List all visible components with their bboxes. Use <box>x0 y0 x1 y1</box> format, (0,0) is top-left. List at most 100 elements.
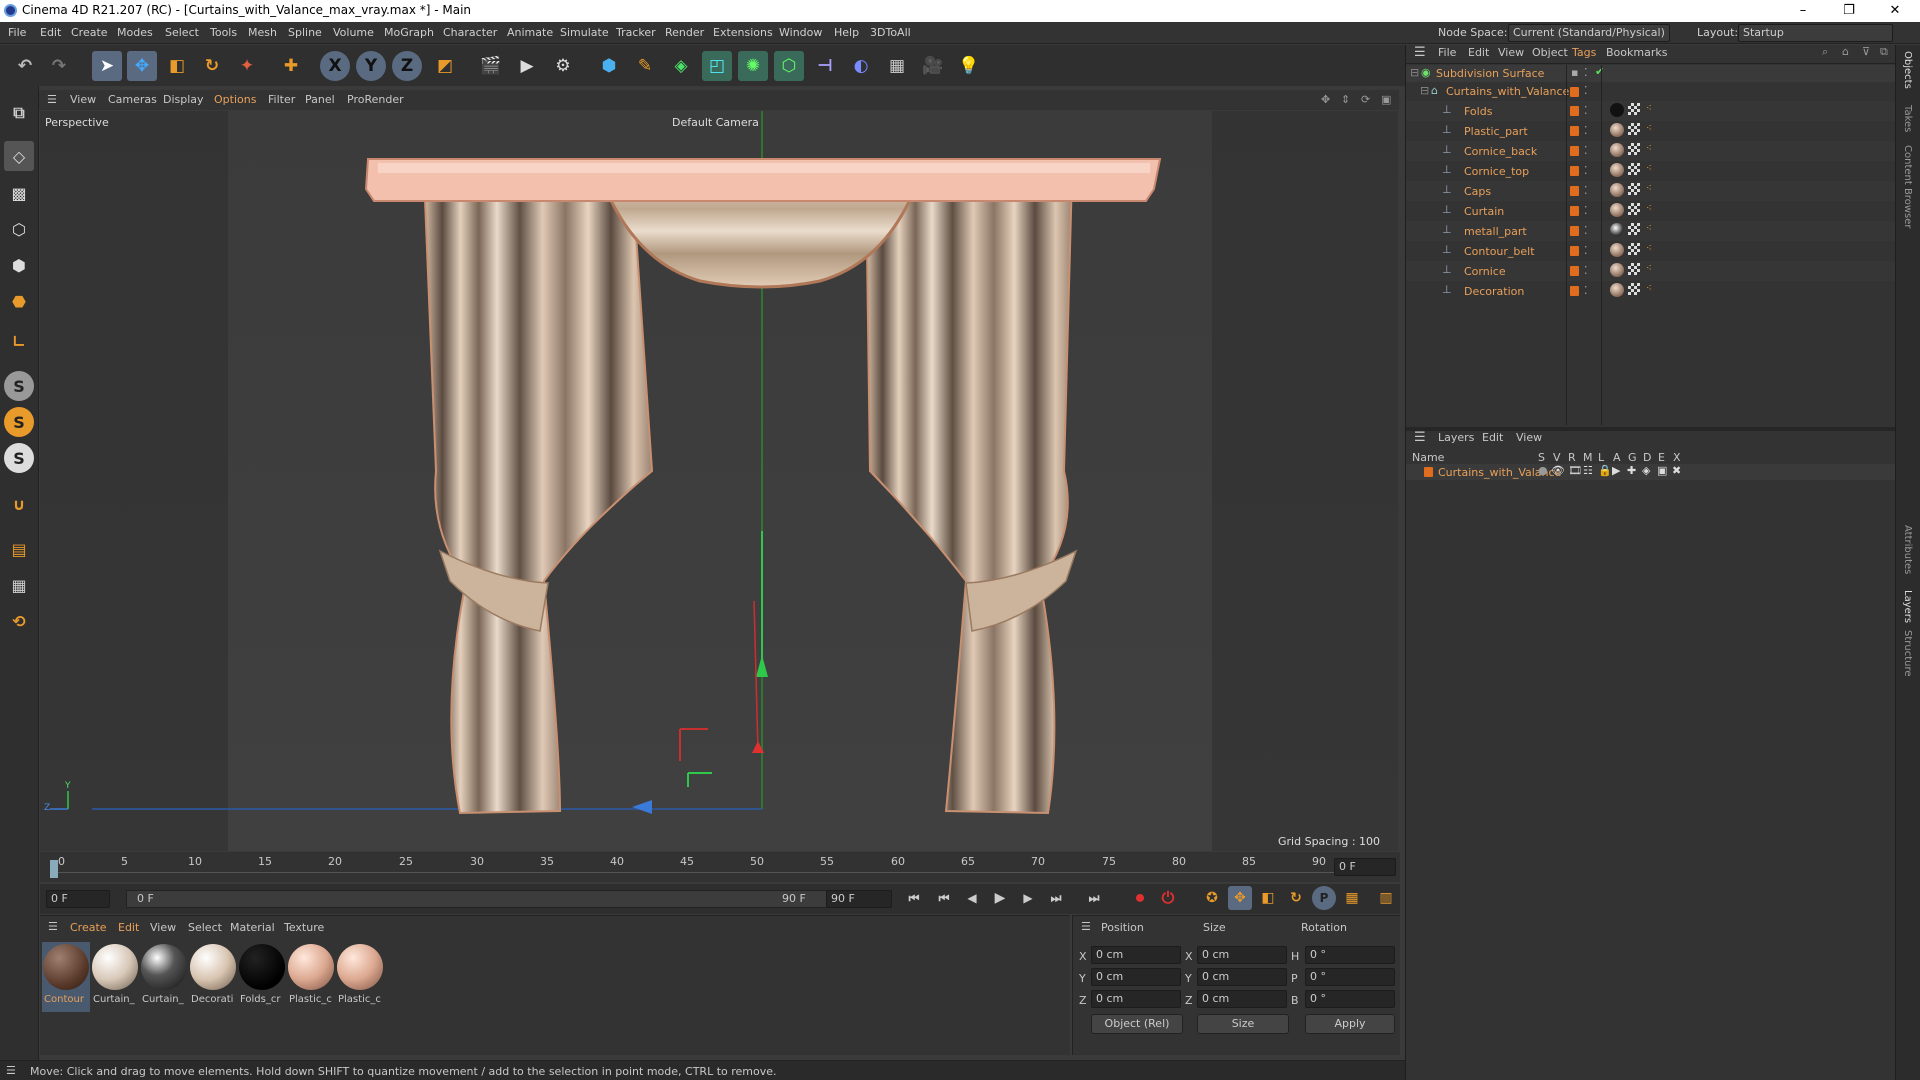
environment-icon[interactable]: ◐ <box>846 51 876 81</box>
current-frame-marker[interactable] <box>50 860 58 878</box>
goto-end-icon[interactable]: ⏭ <box>1082 886 1106 910</box>
layer-solo-icon[interactable]: ● <box>1538 464 1548 477</box>
layer-manager-icon[interactable]: ☷ <box>1583 464 1593 477</box>
x-axis-lock-icon[interactable]: X <box>320 51 350 81</box>
transform-icon[interactable]: ✚ <box>276 51 306 81</box>
mat-menu-texture[interactable]: Texture <box>284 921 324 934</box>
status-menu-icon[interactable]: ☰ <box>6 1064 16 1077</box>
uvw-tag-icon[interactable] <box>1628 243 1640 255</box>
vp-menu-prorender[interactable]: ProRender <box>347 93 404 106</box>
layer-animation-icon[interactable]: ▶ <box>1612 464 1620 477</box>
vp-menu-filter[interactable]: Filter <box>268 93 295 106</box>
coordinates-menu-icon[interactable]: ☰ <box>1081 920 1091 933</box>
selection-tag-icon[interactable]: ⁖ <box>1646 163 1652 174</box>
visibility-dots-icon[interactable]: ⁚ <box>1584 144 1588 157</box>
material-tag-icon[interactable] <box>1610 103 1624 117</box>
menu-character[interactable]: Character <box>443 26 497 39</box>
vp-menu-options[interactable]: Options <box>214 93 256 106</box>
enabled-check-icon[interactable]: ✔ <box>1595 65 1604 78</box>
object-name[interactable]: Caps <box>1464 185 1491 198</box>
object-row[interactable]: ⊥ Cornice_back ⁚ ⁖ <box>1406 141 1896 161</box>
menu-window[interactable]: Window <box>779 26 822 39</box>
menu-simulate[interactable]: Simulate <box>560 26 609 39</box>
material-tag-icon[interactable] <box>1610 123 1624 137</box>
tab-structure[interactable]: Structure <box>1902 630 1913 677</box>
maximize-button[interactable]: ❐ <box>1826 1 1872 21</box>
object-name[interactable]: Subdivision Surface <box>1436 67 1544 80</box>
layer-column-header[interactable]: E <box>1658 451 1665 464</box>
rotate-view-icon[interactable]: ⟳ <box>1361 93 1370 106</box>
visibility-dots-icon[interactable]: ⁚ <box>1584 264 1588 277</box>
menu-file[interactable]: File <box>8 26 26 39</box>
selection-tag-icon[interactable]: ⁖ <box>1646 123 1652 134</box>
material-tag-icon[interactable] <box>1610 243 1624 257</box>
pos-y-field[interactable]: 0 cm <box>1091 968 1181 986</box>
obj-menu-object[interactable]: Object <box>1532 46 1568 59</box>
render-settings-icon[interactable]: ⚙ <box>548 51 578 81</box>
object-row[interactable]: ⊥ Decoration ⁚ ⁖ <box>1406 281 1896 301</box>
prev-frame-icon[interactable]: ◀ <box>960 886 984 910</box>
menu-create[interactable]: Create <box>71 26 108 39</box>
selection-tag-icon[interactable]: ⁖ <box>1646 283 1652 294</box>
selection-tag-icon[interactable]: ⁖ <box>1646 263 1652 274</box>
mat-menu-select[interactable]: Select <box>188 921 222 934</box>
apply-button[interactable]: Apply <box>1305 1014 1395 1034</box>
node-space-dropdown[interactable]: Current (Standard/Physical) <box>1508 24 1670 42</box>
menu-help[interactable]: Help <box>834 26 859 39</box>
layer-color-swatch[interactable] <box>1570 266 1579 276</box>
pos-z-field[interactable]: 0 cm <box>1091 990 1181 1008</box>
collapse-icon[interactable]: ⊟ <box>1420 84 1429 97</box>
size-y-field[interactable]: 0 cm <box>1197 968 1287 986</box>
pen-spline-icon[interactable]: ✎ <box>630 51 660 81</box>
play-icon[interactable]: ▶ <box>988 886 1012 910</box>
vp-menu-cameras[interactable]: Cameras <box>108 93 157 106</box>
material-swatch[interactable]: Decorati <box>189 942 237 1012</box>
material-name[interactable]: Curtain_ <box>142 994 184 1005</box>
workplane-snap-icon[interactable]: S <box>4 443 34 473</box>
scale-tool-icon[interactable]: ◧ <box>162 51 192 81</box>
object-name[interactable]: Curtain <box>1464 205 1504 218</box>
layers-menu-layers[interactable]: Layers <box>1438 431 1474 444</box>
layer-color-swatch[interactable] <box>1570 206 1579 216</box>
goto-start-icon[interactable]: ⏮ <box>902 886 926 910</box>
material-preview-icon[interactable] <box>92 944 138 990</box>
toggle-view-icon[interactable]: ▣ <box>1381 93 1391 106</box>
size-z-field[interactable]: 0 cm <box>1197 990 1287 1008</box>
layer-color-swatch[interactable] <box>1570 186 1579 196</box>
keyframe-selection-icon[interactable]: ✪ <box>1200 886 1224 910</box>
size-x-field[interactable]: 0 cm <box>1197 946 1287 964</box>
object-row[interactable]: ⊥ Folds ⁚ ⁖ <box>1406 101 1896 121</box>
timeline-ruler[interactable]: 0 5 10 15 20 25 30 35 40 45 50 55 60 65 … <box>40 852 1400 882</box>
pan-view-icon[interactable]: ✥ <box>1321 93 1330 106</box>
next-key-icon[interactable]: ⏭ <box>1044 886 1068 910</box>
layer-column-header[interactable]: L <box>1598 451 1604 464</box>
light-object-icon[interactable]: 💡 <box>954 51 984 81</box>
object-name[interactable]: Cornice <box>1464 265 1506 278</box>
selection-tag-icon[interactable]: ⁖ <box>1646 143 1652 154</box>
obj-menu-tags[interactable]: Tags <box>1572 46 1596 59</box>
object-name[interactable]: Folds <box>1464 105 1492 118</box>
cube-primitive-icon[interactable]: ⬢ <box>594 51 624 81</box>
material-swatch[interactable]: Plastic_c <box>336 942 384 1012</box>
snap-settings-icon[interactable]: S <box>4 371 34 401</box>
layers-menu-view[interactable]: View <box>1516 431 1542 444</box>
menu-extensions[interactable]: Extensions <box>713 26 773 39</box>
material-preview-icon[interactable] <box>141 944 187 990</box>
layer-toggle-icon[interactable]: ▪ <box>1571 66 1578 79</box>
uvw-tag-icon[interactable] <box>1628 203 1640 215</box>
object-name[interactable]: Cornice_top <box>1464 165 1529 178</box>
layer-color-swatch[interactable] <box>1570 226 1579 236</box>
polygon-mode-icon[interactable]: ⬣ <box>4 286 34 316</box>
visibility-dots-icon[interactable]: ⁚ <box>1584 204 1588 217</box>
layer-column-header[interactable]: S <box>1538 451 1545 464</box>
3d-viewport[interactable]: Perspective Default Camera Grid Spacing … <box>40 111 1398 851</box>
bend-deformer-icon[interactable]: ⊣ <box>810 51 840 81</box>
current-frame-field[interactable]: 0 F <box>1334 858 1396 876</box>
object-row[interactable]: ⊥ Cornice_top ⁚ ⁖ <box>1406 161 1896 181</box>
material-swatch[interactable]: Plastic_c <box>287 942 335 1012</box>
material-tag-icon[interactable] <box>1610 223 1624 237</box>
recent-tools-icon[interactable]: ✦ <box>232 51 262 81</box>
layer-color-swatch[interactable] <box>1570 146 1579 156</box>
layer-color-swatch[interactable] <box>1424 467 1433 477</box>
tab-takes[interactable]: Takes <box>1902 105 1913 132</box>
